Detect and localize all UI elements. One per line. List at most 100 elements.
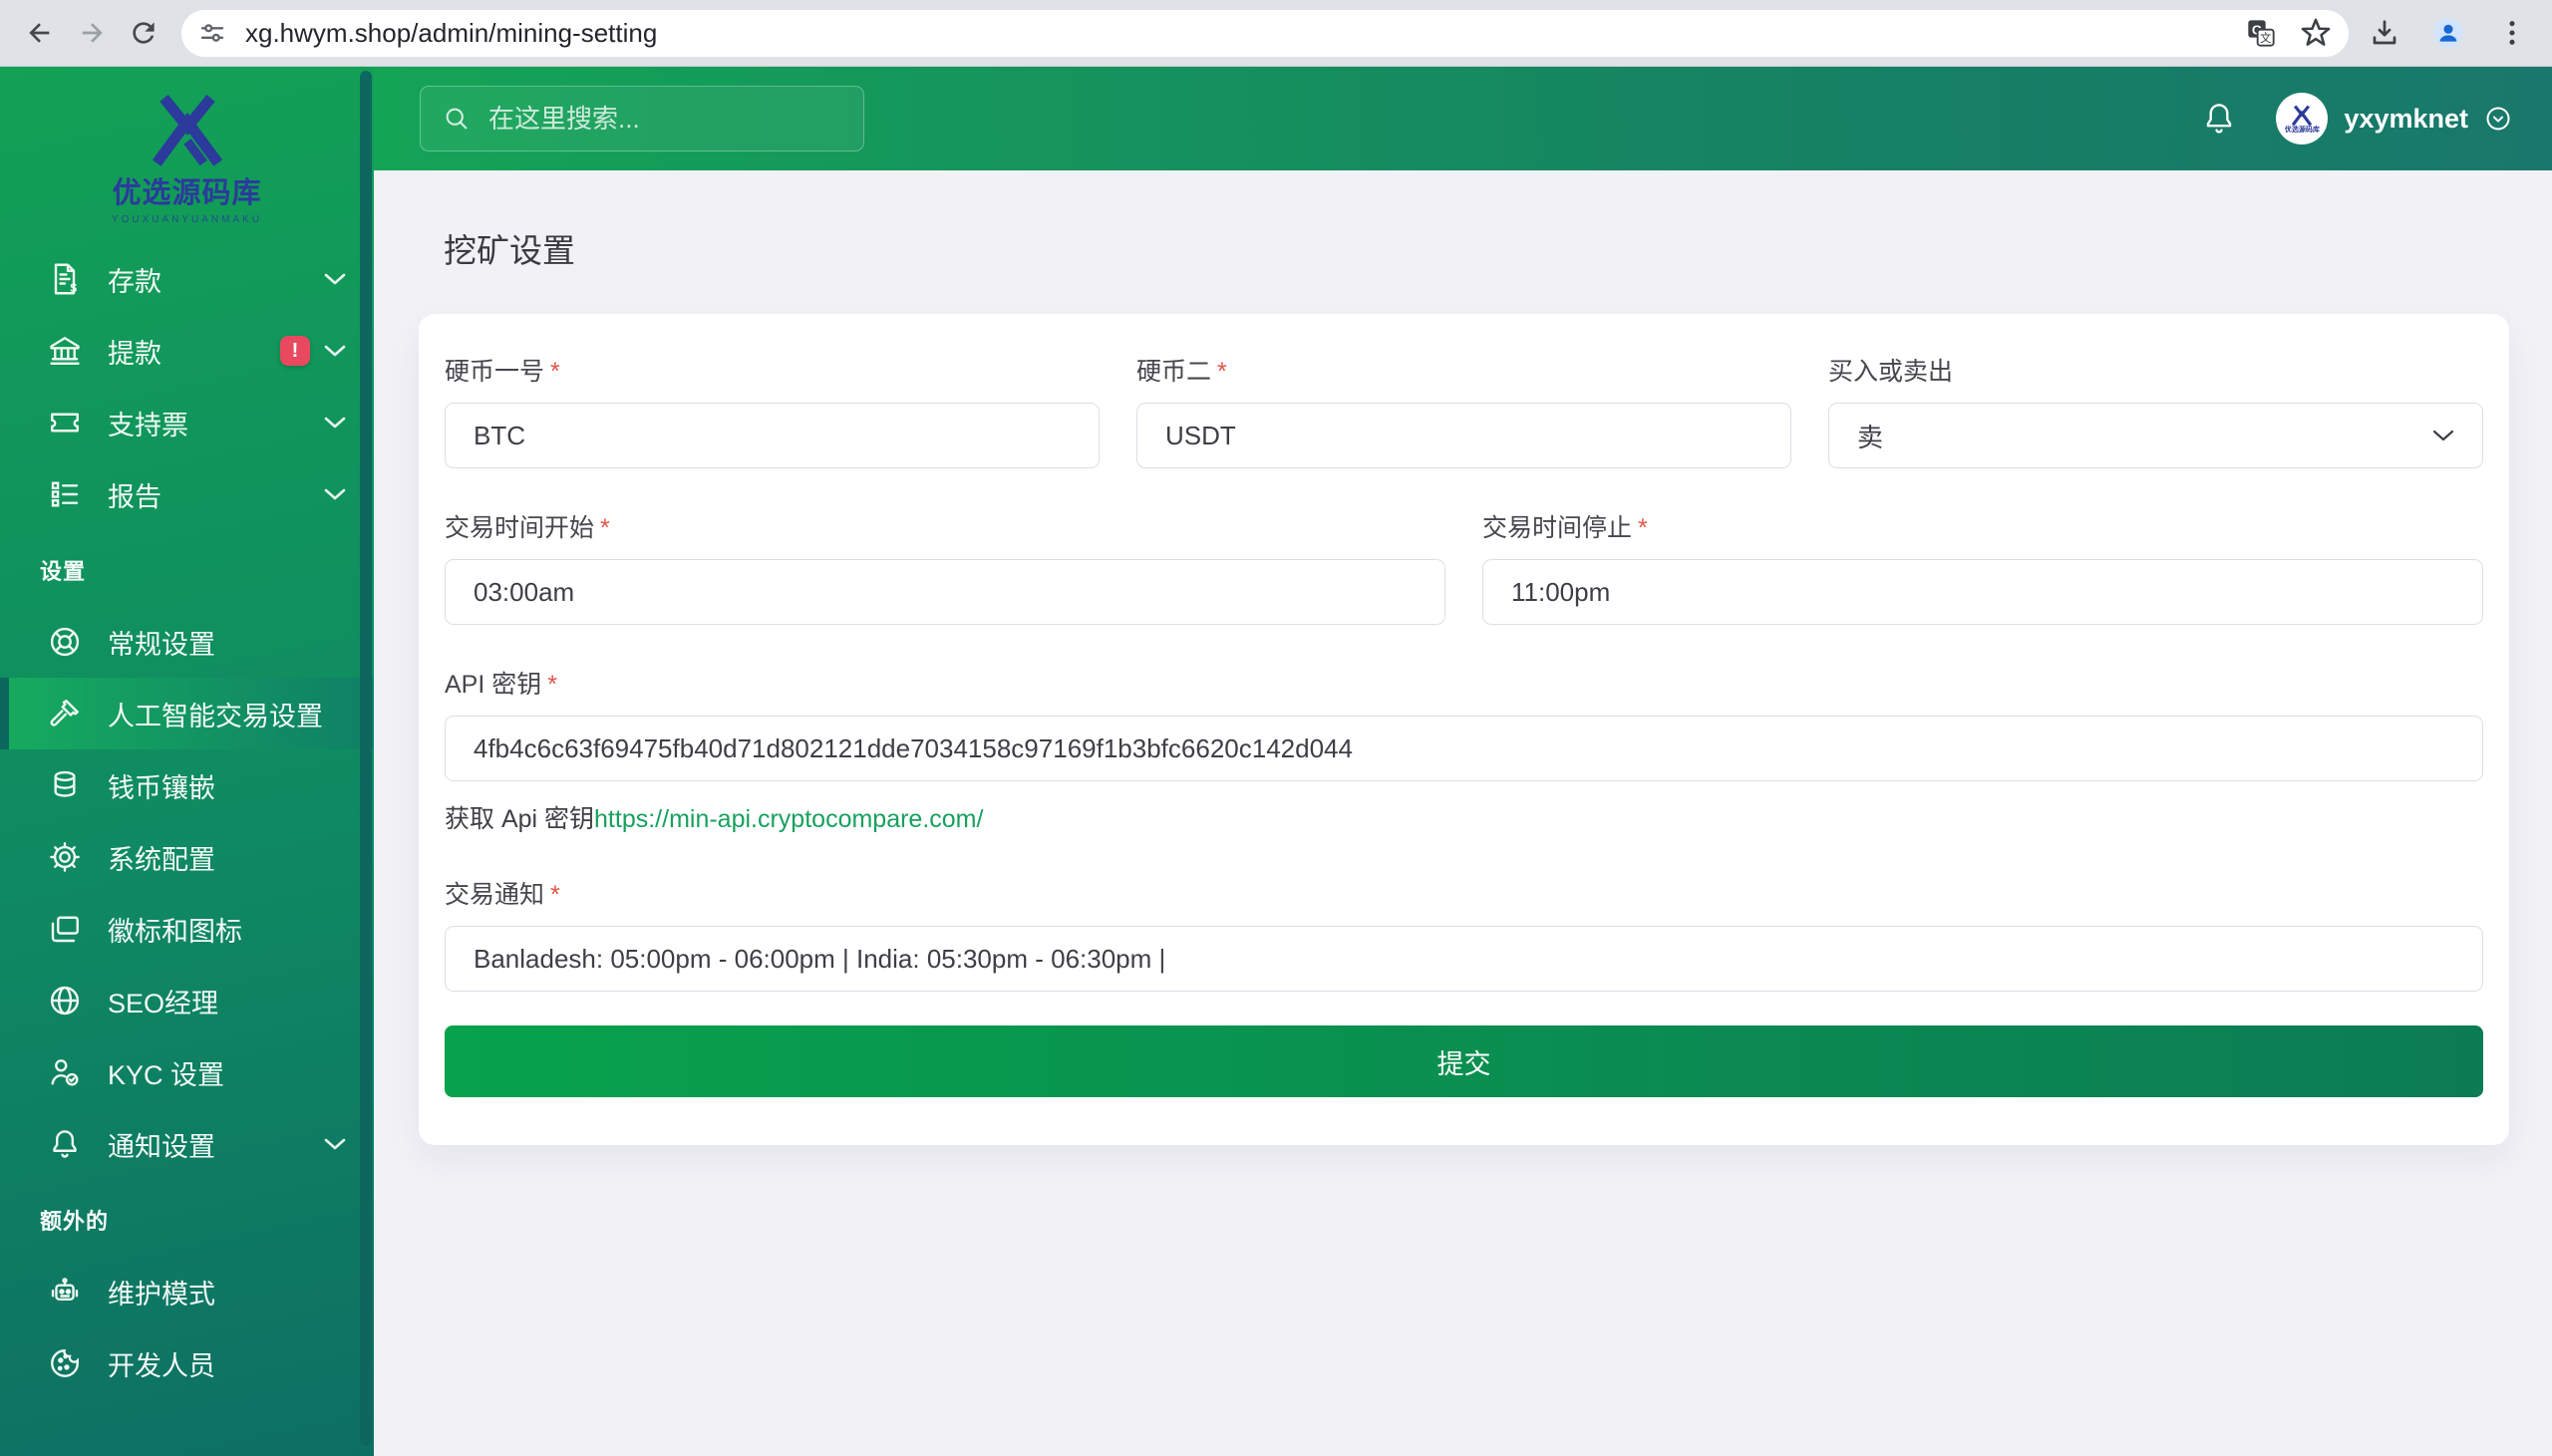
sidebar-item-label: KYC 设置 — [108, 1059, 225, 1090]
sidebar-item-ai-trade-settings[interactable]: 人工智能交易设置 — [0, 678, 374, 749]
chevron-down-icon — [324, 487, 346, 501]
chevron-down-icon — [324, 416, 346, 430]
site-info-icon[interactable] — [197, 18, 227, 48]
alert-badge: ! — [280, 336, 310, 366]
url-text[interactable]: xg.hwym.shop/admin/mining-setting — [245, 18, 2245, 49]
required-asterisk: * — [600, 514, 610, 542]
profile-button[interactable] — [2422, 7, 2474, 59]
sidebar-item-deposit[interactable]: $ 存款 — [0, 243, 374, 315]
api-helper-text: 获取 Api 密钥 — [445, 805, 595, 833]
api-key-helper: 获取 Api 密钥https://min-api.cryptocompare.c… — [445, 799, 2483, 835]
api-helper-link[interactable]: https://min-api.cryptocompare.com/ — [594, 805, 983, 833]
trade-stop-label: 交易时间停止 * — [1482, 514, 1648, 542]
buy-sell-field: 买入或卖出 卖 — [1828, 352, 2483, 468]
coin-two-input[interactable] — [1136, 403, 1791, 468]
hammer-icon — [46, 695, 84, 732]
mining-settings-card: 硬币一号* 硬币二* 买入或卖出 卖 — [419, 314, 2509, 1145]
topbar-search[interactable] — [420, 86, 864, 151]
sidebar-item-kyc-settings[interactable]: KYC 设置 — [0, 1036, 374, 1108]
sidebar-item-label: 通知设置 — [108, 1131, 215, 1162]
sidebar-scrollbar[interactable] — [360, 71, 372, 1446]
sidebar-item-label: 系统配置 — [108, 844, 215, 875]
brand-logo-icon — [133, 93, 242, 173]
trade-start-label: 交易时间开始 * — [445, 514, 610, 542]
topbar-user-area: 优选源码库 yxymknet — [2202, 93, 2512, 145]
sidebar-item-maintenance-mode[interactable]: 维护模式 — [0, 1256, 374, 1327]
sidebar-item-label: 维护模式 — [108, 1279, 215, 1310]
sidebar-item-label: 常规设置 — [108, 629, 215, 660]
bookmark-star-icon[interactable] — [2299, 16, 2333, 50]
life-ring-icon — [46, 623, 84, 661]
globe-icon — [46, 982, 84, 1019]
bank-icon — [46, 332, 84, 370]
chevron-down-icon — [324, 1137, 346, 1151]
sidebar-section-settings: 设置 — [40, 559, 87, 584]
sidebar-item-withdrawal[interactable]: 提款 ! — [0, 315, 374, 387]
coins-icon — [46, 766, 84, 804]
trade-notice-input[interactable] — [445, 926, 2483, 992]
forward-button[interactable] — [66, 7, 118, 59]
select-chevron-icon — [2432, 430, 2454, 441]
menu-button[interactable] — [2486, 7, 2538, 59]
cookie-icon — [46, 1344, 84, 1382]
coin-one-field: 硬币一号 * — [445, 352, 1100, 468]
sidebar-item-label: SEO经理 — [108, 988, 219, 1019]
coin-two-label: 硬币二 * — [1136, 358, 1227, 386]
trade-stop-field: 交易时间停止 * — [1482, 508, 2483, 625]
sidebar: 优选源码库 YOUXUANYUANMAKU $ 存款 提款 ! 支持票 报告 设… — [0, 67, 374, 1456]
avatar-logo-text: 优选源码库 — [2284, 126, 2320, 134]
required-asterisk: * — [550, 358, 560, 386]
sidebar-item-seo-manager[interactable]: SEO经理 — [0, 965, 374, 1036]
reload-button[interactable] — [118, 7, 169, 59]
buy-sell-label: 买入或卖出 — [1828, 358, 1954, 386]
gear-icon — [46, 838, 84, 876]
sidebar-section-extra: 额外的 — [40, 1209, 110, 1234]
coin-two-field: 硬币二 * — [1136, 352, 1791, 468]
trade-start-input[interactable] — [445, 559, 1445, 625]
brand-title: 优选源码库 — [112, 177, 262, 209]
kebab-menu-icon — [2509, 21, 2515, 45]
download-button[interactable] — [2359, 7, 2410, 59]
sidebar-item-report[interactable]: 报告 — [0, 458, 374, 530]
user-avatar[interactable]: 优选源码库 — [2276, 93, 2329, 145]
sidebar-item-label: 存款 — [108, 266, 161, 297]
sidebar-item-logo-icons[interactable]: 徽标和图标 — [0, 893, 374, 965]
page-title: 挖矿设置 — [444, 232, 575, 269]
submit-button[interactable]: 提交 — [445, 1025, 2483, 1097]
reload-icon — [133, 22, 155, 44]
chevron-down-icon — [324, 344, 346, 358]
download-icon — [2373, 20, 2396, 45]
address-bar[interactable]: xg.hwym.shop/admin/mining-setting G 文 — [181, 9, 2349, 57]
sidebar-item-coin-embed[interactable]: 钱币镶嵌 — [0, 749, 374, 821]
sidebar-item-notification-settings[interactable]: 通知设置 — [0, 1108, 374, 1180]
required-asterisk: * — [1217, 358, 1227, 386]
content-area: 挖矿设置 硬币一号* 硬币二* 买入或卖出 卖 — [374, 170, 2552, 1456]
sidebar-item-label: 提款 — [108, 338, 161, 369]
images-icon — [46, 910, 84, 948]
user-menu-chevron-icon[interactable] — [2484, 105, 2512, 133]
sidebar-nav: $ 存款 提款 ! 支持票 报告 设置 常规设置 人工智能交易设置 钱币镶嵌 系… — [0, 243, 374, 1399]
buy-sell-select[interactable]: 卖 — [1828, 403, 2483, 468]
sidebar-item-support-ticket[interactable]: 支持票 — [0, 387, 374, 458]
user-check-icon — [46, 1053, 84, 1091]
search-input[interactable] — [488, 103, 841, 135]
sidebar-item-developer[interactable]: 开发人员 — [0, 1327, 374, 1399]
api-key-field: API 密钥* 获取 Api 密钥https://min-api.cryptoc… — [445, 665, 2483, 835]
trade-stop-input[interactable] — [1482, 559, 2483, 625]
api-key-input[interactable] — [445, 716, 2483, 781]
brand-logo[interactable]: 优选源码库 YOUXUANYUANMAKU — [0, 67, 374, 243]
coin-one-input[interactable] — [445, 403, 1100, 468]
notifications-bell-icon[interactable] — [2202, 101, 2236, 137]
translate-icon[interactable]: G 文 — [2245, 17, 2277, 49]
chevron-down-icon — [324, 272, 346, 286]
sidebar-item-system-config[interactable]: 系统配置 — [0, 821, 374, 893]
required-asterisk: * — [1638, 514, 1648, 542]
buy-sell-value: 卖 — [1857, 422, 1884, 452]
username-label[interactable]: yxymknet — [2344, 104, 2468, 135]
svg-text:$: $ — [70, 281, 77, 295]
sidebar-item-general-settings[interactable]: 常规设置 — [0, 606, 374, 678]
topbar: 优选源码库 yxymknet — [374, 67, 2552, 170]
required-asterisk: * — [547, 671, 557, 699]
list-icon — [46, 475, 84, 513]
back-button[interactable] — [14, 7, 66, 59]
